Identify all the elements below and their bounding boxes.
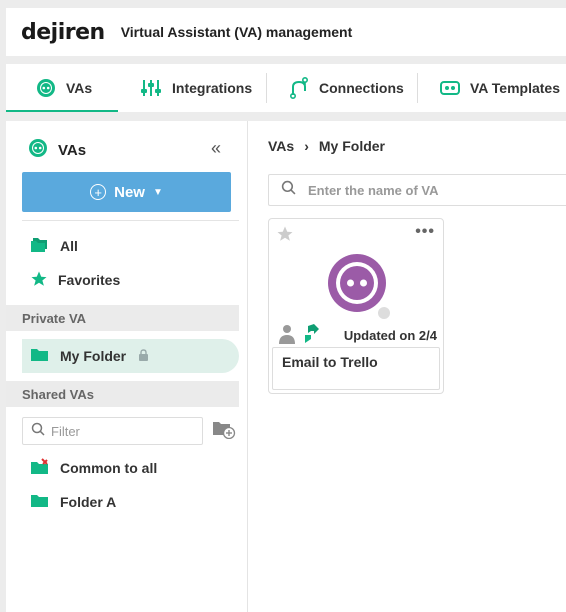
- section-shared-vas: Shared VAs: [6, 381, 239, 407]
- tab-label: Integrations: [172, 80, 253, 96]
- sidebar-item-label: Common to all: [60, 460, 158, 476]
- collapse-sidebar-icon[interactable]: «: [211, 138, 221, 158]
- filter-field[interactable]: [22, 417, 203, 445]
- user-icon: [279, 324, 295, 349]
- more-options-icon[interactable]: •••: [415, 223, 435, 241]
- main-panel: VAs › My Folder •••: [249, 121, 566, 612]
- integration-logo-icon: [303, 323, 321, 350]
- updated-date: Updated on 2/4: [343, 328, 437, 343]
- sidebar-item-my-folder[interactable]: My Folder: [22, 339, 239, 373]
- sidebar-item-folder-a[interactable]: Folder A: [22, 485, 239, 519]
- va-face-icon: [28, 138, 48, 162]
- filter-input[interactable]: [51, 423, 191, 439]
- sidebar-item-favorites[interactable]: Favorites: [22, 263, 239, 297]
- va-card[interactable]: ••• Updated on 2/4 Email to Trello: [268, 218, 444, 394]
- sidebar-item-all[interactable]: All: [22, 229, 239, 263]
- search-icon: [281, 180, 296, 200]
- lock-icon: [138, 348, 149, 364]
- folder-icon: [30, 347, 50, 366]
- breadcrumb-separator: ›: [304, 138, 309, 154]
- folders-icon: [30, 237, 50, 256]
- template-icon: [440, 80, 460, 96]
- app-header: dejiren Virtual Assistant (VA) managemen…: [6, 8, 566, 56]
- main-tabs: VAs Integrations Connections VA Template…: [6, 64, 566, 112]
- va-face-icon: [36, 78, 56, 98]
- search-field[interactable]: [268, 174, 566, 206]
- page-title: Virtual Assistant (VA) management: [120, 24, 353, 40]
- va-name[interactable]: Email to Trello: [272, 347, 440, 390]
- breadcrumb: VAs › My Folder: [268, 138, 385, 154]
- sidebar-item-label: Favorites: [58, 272, 121, 288]
- tab-label: VAs: [66, 80, 93, 96]
- plus-icon: +: [90, 184, 107, 200]
- star-icon: [30, 270, 48, 291]
- search-icon: [31, 422, 45, 441]
- tab-label: Connections: [319, 80, 404, 96]
- breadcrumb-vas[interactable]: VAs: [268, 138, 294, 154]
- section-private-va: Private VA: [6, 305, 239, 331]
- search-input[interactable]: [308, 182, 548, 198]
- sliders-icon: [140, 78, 162, 98]
- va-avatar: [328, 254, 386, 312]
- tab-label: VA Templates: [470, 80, 560, 96]
- add-folder-icon[interactable]: [212, 419, 236, 444]
- tab-va-templates[interactable]: VA Templates: [418, 64, 566, 112]
- card-meta: [279, 323, 321, 350]
- tab-vas[interactable]: VAs: [6, 64, 118, 112]
- tab-connections[interactable]: Connections: [267, 64, 417, 112]
- sidebar-item-label: All: [60, 238, 78, 254]
- shared-folder-icon: [30, 457, 50, 479]
- content-area: VAs « + New ▼ All Favorites Private VA M…: [6, 121, 566, 612]
- status-indicator: [376, 305, 392, 321]
- sidebar-item-common-to-all[interactable]: Common to all: [22, 451, 239, 485]
- new-button-label: New: [114, 183, 145, 201]
- sidebar-item-label: My Folder: [60, 348, 127, 364]
- star-outline-icon[interactable]: [276, 225, 294, 248]
- connection-icon: [289, 77, 309, 99]
- chevron-down-icon: ▼: [152, 186, 163, 198]
- sidebar: VAs « + New ▼ All Favorites Private VA M…: [6, 121, 248, 612]
- tab-integrations[interactable]: Integrations: [118, 64, 266, 112]
- breadcrumb-current: My Folder: [318, 138, 385, 154]
- sidebar-header: VAs: [28, 138, 86, 162]
- new-button[interactable]: + New ▼: [22, 172, 231, 212]
- sidebar-item-label: Folder A: [60, 494, 117, 510]
- folder-icon: [30, 493, 50, 512]
- sidebar-title: VAs: [58, 141, 87, 159]
- divider: [22, 220, 239, 221]
- dejiren-logo[interactable]: dejiren: [21, 20, 105, 45]
